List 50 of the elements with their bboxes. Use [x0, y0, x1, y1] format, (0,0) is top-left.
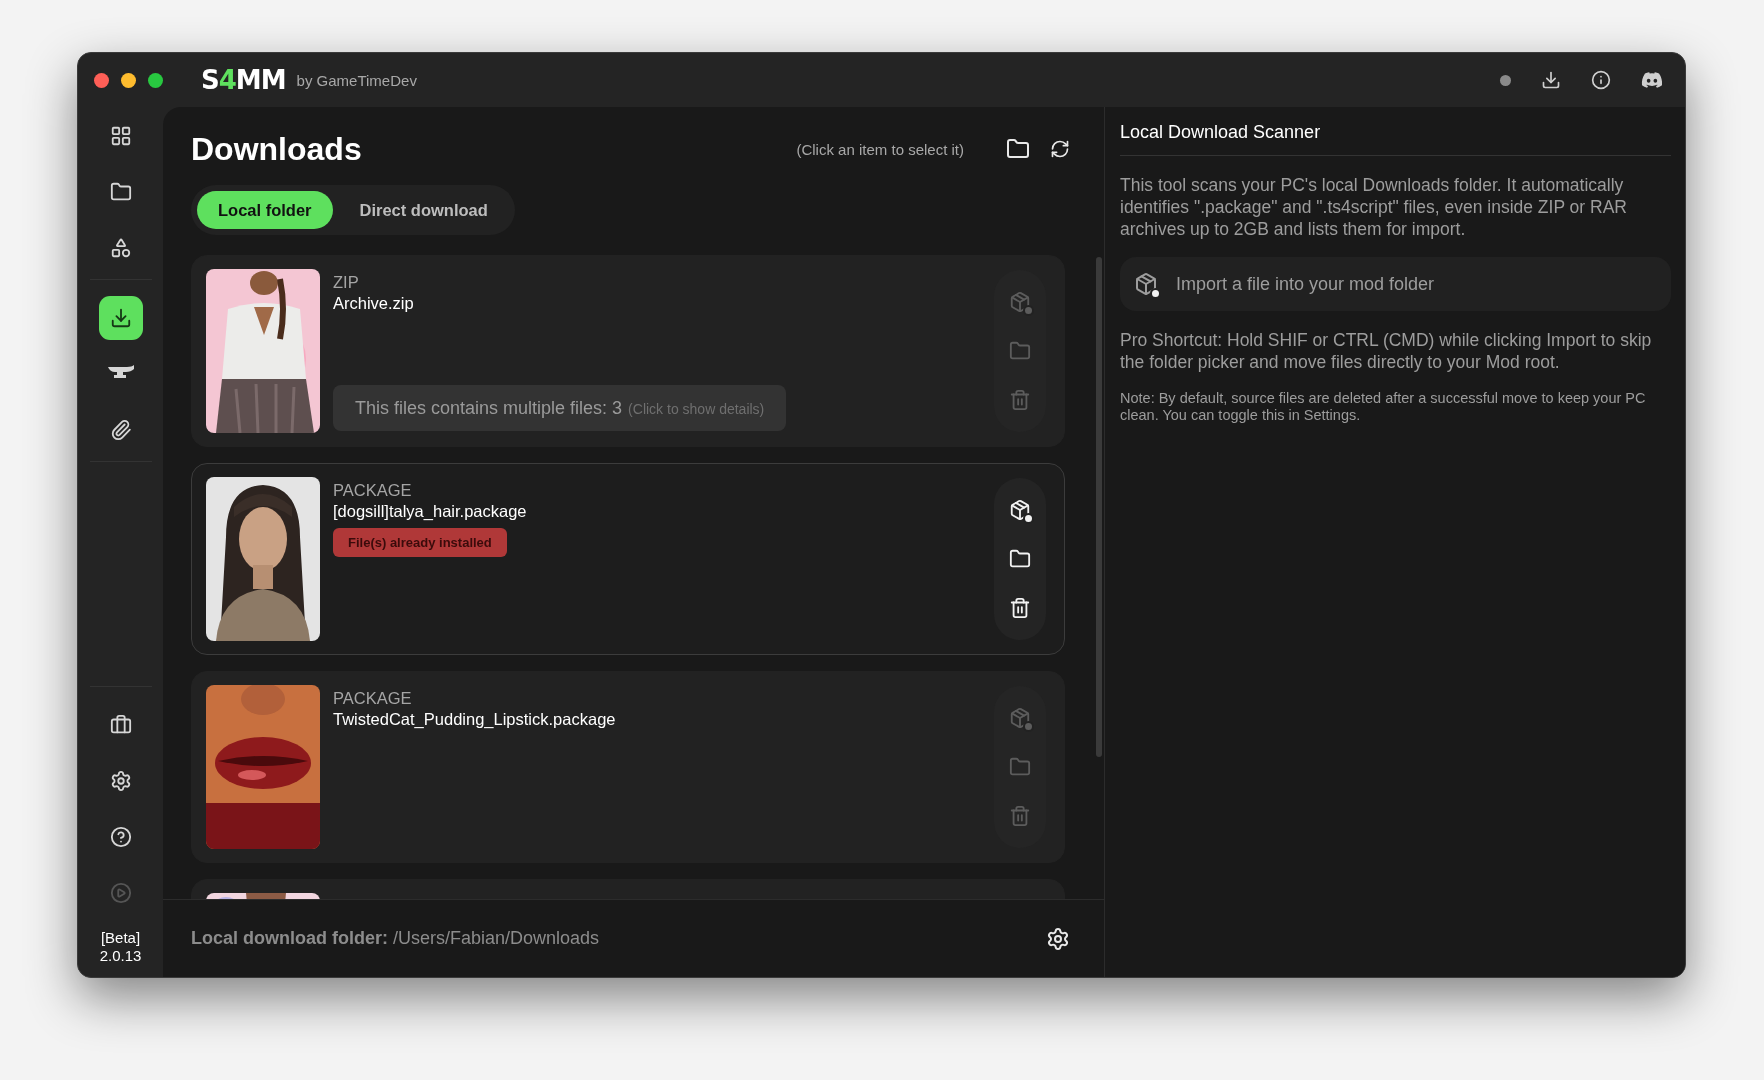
shapes-icon	[109, 237, 132, 259]
shortcut-tip: Pro Shortcut: Hold SHIF or CTRL (CMD) while clicking Import to skip the folder picker and move files directly to your Mod root.	[1120, 329, 1653, 373]
tab[interactable]: Direct download	[338, 191, 509, 229]
package-import-icon	[1009, 707, 1031, 730]
refresh-button[interactable]	[1050, 139, 1070, 159]
file-name: [dogsill]talya_hair.package	[333, 501, 527, 522]
multiple-files-button[interactable]: This files contains multiple files: 3 (Click to show details)	[333, 385, 787, 431]
page-title: Downloads	[191, 130, 362, 169]
version-number: 2.0.13	[99, 947, 142, 965]
file-type: PACKAGE	[333, 480, 412, 500]
toolbox-icon	[109, 714, 132, 736]
download-folder-path: Local download folder: /Users/Fabian/Downloads	[191, 928, 600, 949]
delete-button[interactable]	[1009, 596, 1031, 619]
minimize-button[interactable]	[121, 72, 136, 88]
download-icon	[109, 307, 132, 329]
download-card[interactable]: PACKAGE [dogsill]talya_hair.package File(s) already installed	[191, 463, 1065, 655]
import-file-button[interactable]: Import a file into your mod folder	[1120, 257, 1671, 311]
dashboard-icon	[109, 125, 132, 147]
file-name: Archive.zip	[333, 293, 414, 314]
download-button[interactable]	[1541, 70, 1561, 90]
help-icon	[109, 826, 132, 848]
folder-icon	[109, 181, 132, 203]
installed-badge: File(s) already installed	[333, 528, 507, 557]
paperclip-icon	[109, 419, 132, 441]
package-import-icon	[1009, 499, 1031, 522]
tab[interactable]: Local folder	[197, 191, 333, 229]
maximize-button[interactable]	[148, 72, 163, 88]
version-label: [Beta]	[100, 929, 141, 947]
info-button[interactable]	[1591, 70, 1611, 90]
panel-title: Local Download Scanner	[1120, 107, 1671, 156]
app-logo: S4MM	[201, 65, 286, 95]
file-type: ZIP	[333, 272, 359, 292]
settings-note: Note: By default, source files are deleted after a successful move to keep your PC clean. You can toggle this in Settings.	[1120, 390, 1647, 424]
close-button[interactable]	[94, 72, 109, 88]
play-icon	[109, 882, 132, 904]
sidebar-item[interactable]	[98, 296, 143, 340]
open-folder-button[interactable]	[1006, 137, 1030, 161]
selection-hint: (Click an item to select it)	[796, 140, 964, 158]
download-card[interactable]: ZIP Archive.zip This files contains multiple files: 3 (Click to show details)	[191, 255, 1065, 447]
package-import-icon	[1134, 272, 1158, 296]
package-import-icon	[1009, 291, 1031, 314]
show-folder-button[interactable]	[1009, 548, 1031, 570]
file-type: PACKAGE	[333, 688, 412, 708]
settings-icon	[109, 770, 132, 792]
scanner-description: This tool scans your PC's local Downloads folder. It automatically identifies ".package" and ".ts4script" files, even inside ZIP or RAR archives up to 2GB and lists them for import.	[1120, 174, 1628, 240]
status-dot	[1500, 74, 1511, 86]
file-name: TwistedCat_Pudding_Lipstick.package	[333, 709, 616, 730]
folder-settings-button[interactable]	[1046, 926, 1070, 951]
scrollbar-thumb[interactable]	[1096, 257, 1102, 757]
app-byline: by GameTimeDev	[296, 71, 417, 89]
